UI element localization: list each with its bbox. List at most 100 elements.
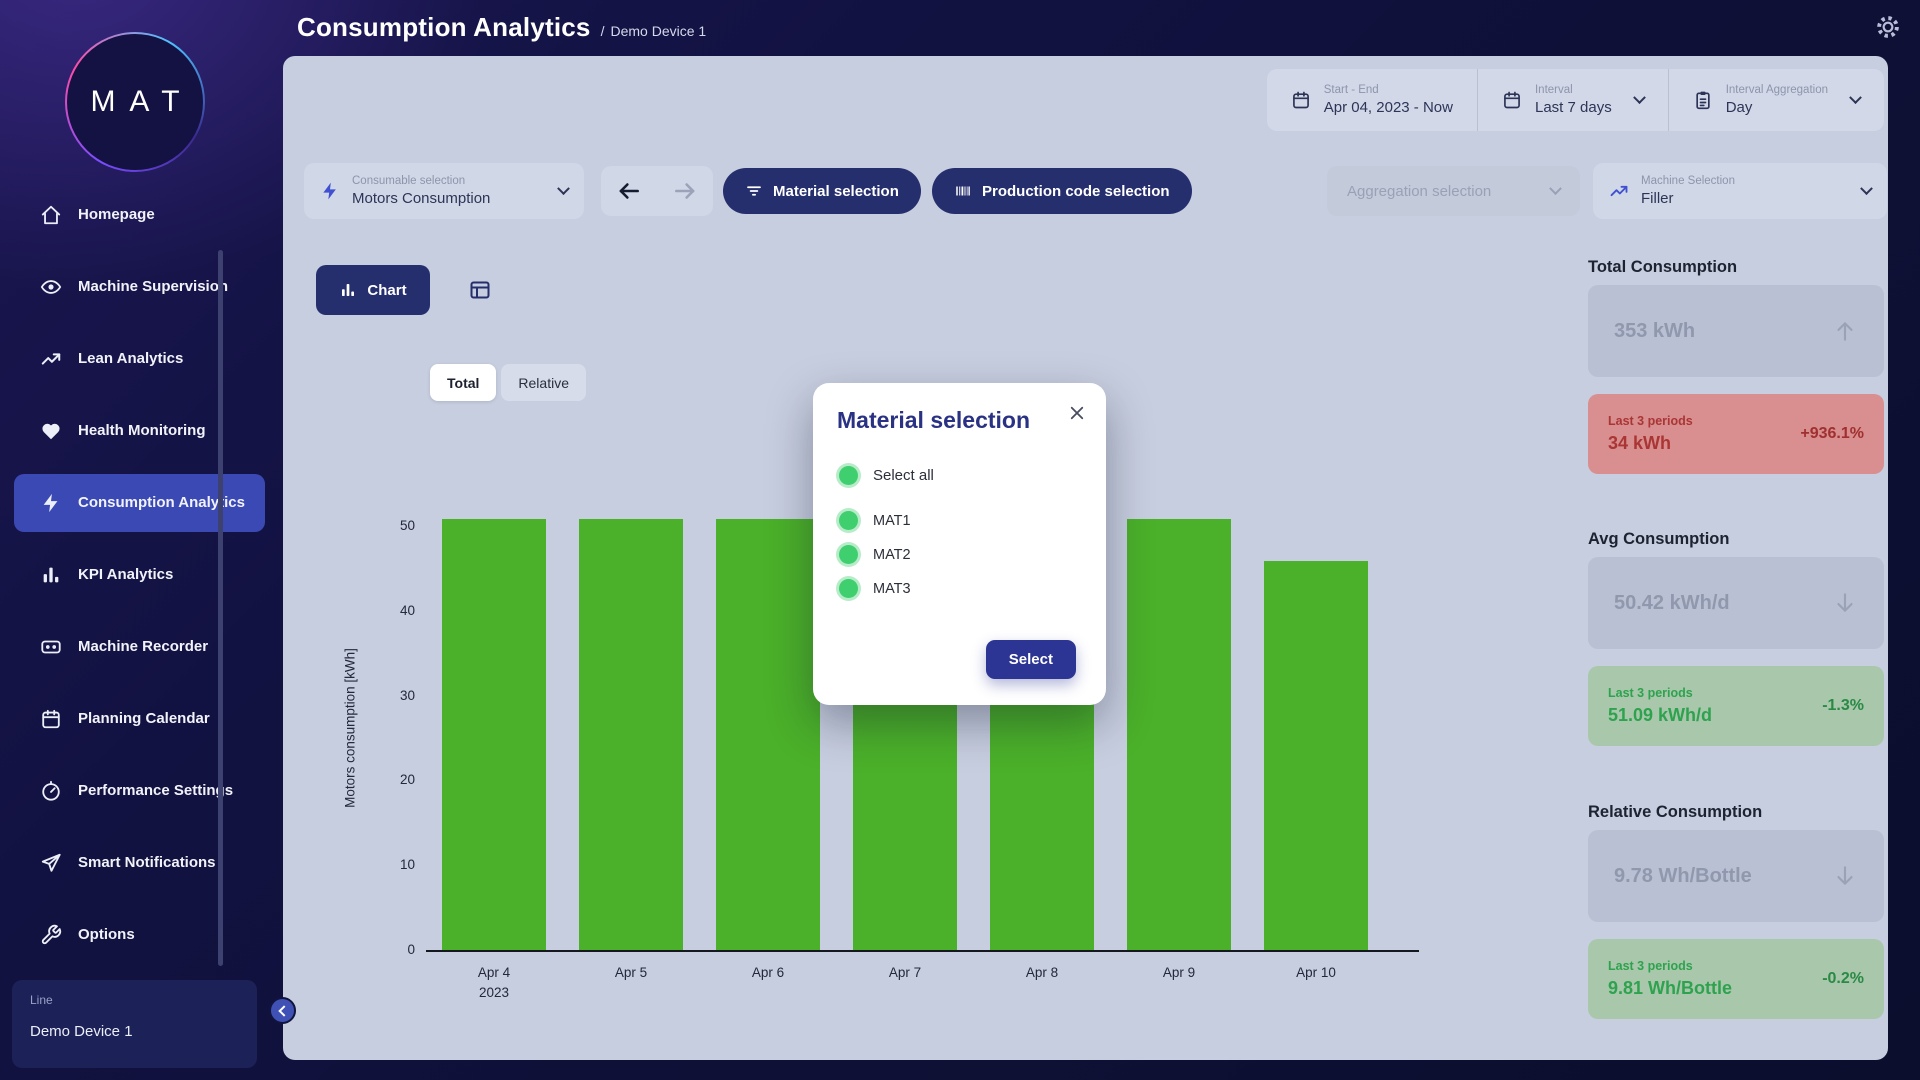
device-card[interactable]: Line Demo Device 1 bbox=[12, 980, 257, 1068]
chart-bar bbox=[442, 519, 546, 951]
select-all-row[interactable]: Select all bbox=[837, 466, 1082, 485]
material-option-mat3[interactable]: MAT3 bbox=[837, 579, 1082, 598]
sidebar-item-performance-settings[interactable]: Performance Settings bbox=[14, 762, 265, 820]
material-selection-modal: Material selection Select all MAT1MAT2MA… bbox=[813, 383, 1106, 705]
kpi-value: 9.78 Wh/Bottle bbox=[1614, 865, 1752, 888]
gauge-icon bbox=[40, 780, 62, 802]
date-range-label: Start - End bbox=[1324, 84, 1453, 96]
bolt-icon bbox=[40, 492, 62, 514]
select-button[interactable]: Select bbox=[986, 640, 1076, 679]
toggle-total[interactable]: Total bbox=[430, 364, 496, 401]
kpi-period-label: Last 3 periods bbox=[1608, 686, 1712, 700]
x-tick-label: Apr 8 bbox=[974, 963, 1111, 983]
kpi-value: 50.42 kWh/d bbox=[1614, 592, 1730, 615]
checkbox-on-icon[interactable] bbox=[839, 545, 858, 564]
material-option-mat2[interactable]: MAT2 bbox=[837, 545, 1082, 564]
y-tick-label: 0 bbox=[371, 942, 415, 957]
kpi-period-left: Last 3 periods 51.09 kWh/d bbox=[1608, 686, 1712, 726]
y-axis-label: Motors consumption [kWh] bbox=[343, 648, 358, 808]
aggregation-selection-dropdown[interactable]: Aggregation selection bbox=[1327, 166, 1580, 216]
chart-view-button-label: Chart bbox=[367, 282, 406, 299]
breadcrumb: / Demo Device 1 bbox=[601, 23, 707, 39]
checkbox-on-icon[interactable] bbox=[839, 511, 858, 530]
sidebar-item-smart-notifications[interactable]: Smart Notifications bbox=[14, 834, 265, 892]
calendar-icon bbox=[1502, 90, 1522, 110]
sidebar-item-planning-calendar[interactable]: Planning Calendar bbox=[14, 690, 265, 748]
kpi-value: 353 kWh bbox=[1614, 320, 1695, 343]
material-option-mat1[interactable]: MAT1 bbox=[837, 511, 1082, 530]
checkbox-on-icon[interactable] bbox=[839, 466, 858, 485]
chart-bar bbox=[1127, 519, 1231, 951]
sidebar-item-machine-recorder[interactable]: Machine Recorder bbox=[14, 618, 265, 676]
kpi-period-value: 34 kWh bbox=[1608, 433, 1693, 454]
trend-up-icon bbox=[1832, 318, 1858, 344]
modal-title: Material selection bbox=[837, 407, 1082, 434]
sidebar-item-consumption-analytics[interactable]: Consumption Analytics bbox=[14, 474, 265, 532]
production-code-button-label: Production code selection bbox=[982, 183, 1170, 200]
select-all-label: Select all bbox=[873, 467, 934, 484]
sidebar-item-label: KPI Analytics bbox=[78, 566, 173, 584]
close-icon bbox=[1068, 404, 1086, 422]
kpi-title: Avg Consumption bbox=[1588, 530, 1884, 549]
y-tick-label: 10 bbox=[371, 857, 415, 872]
checkbox-on-icon[interactable] bbox=[839, 579, 858, 598]
bar-chart-icon bbox=[339, 281, 357, 299]
header: Consumption Analytics / Demo Device 1 bbox=[0, 0, 1920, 56]
kpi-value-card: 50.42 kWh/d bbox=[1588, 557, 1884, 649]
x-axis-line bbox=[426, 950, 1419, 952]
device-card-value: Demo Device 1 bbox=[30, 1023, 239, 1040]
y-tick-label: 30 bbox=[371, 688, 415, 703]
page-title: Consumption Analytics bbox=[297, 12, 591, 43]
kpi-column: Total Consumption353 kWhLast 3 periods34… bbox=[1588, 56, 1884, 1060]
kpi-period-change: -0.2% bbox=[1822, 970, 1864, 988]
sidebar-item-kpi-analytics[interactable]: KPI Analytics bbox=[14, 546, 265, 604]
sidebar: MAT HomepageMachine SupervisionLean Anal… bbox=[0, 0, 283, 1080]
chart-view-button[interactable]: Chart bbox=[316, 265, 430, 315]
sidebar-item-label: Options bbox=[78, 926, 135, 944]
sidebar-item-label: Planning Calendar bbox=[78, 710, 210, 728]
sidebar-item-label: Homepage bbox=[78, 206, 155, 224]
date-range-text: Start - End Apr 04, 2023 - Now bbox=[1324, 84, 1453, 116]
sidebar-item-machine-supervision[interactable]: Machine Supervision bbox=[14, 258, 265, 316]
kpi-group-relative-consumption: Relative Consumption 9.78 Wh/Bottle Last 3… bbox=[1588, 803, 1884, 1019]
material-selection-button[interactable]: Material selection bbox=[723, 168, 921, 214]
settings-gear-button[interactable] bbox=[1874, 14, 1902, 42]
sidebar-item-homepage[interactable]: Homepage bbox=[14, 186, 265, 244]
production-code-selection-button[interactable]: Production code selection bbox=[932, 168, 1192, 214]
aggregation-selection-placeholder: Aggregation selection bbox=[1347, 183, 1491, 200]
sidebar-collapse-button[interactable] bbox=[269, 997, 296, 1024]
kpi-period-label: Last 3 periods bbox=[1608, 959, 1732, 973]
sidebar-scrollbar[interactable] bbox=[218, 250, 223, 966]
sidebar-item-options[interactable]: Options bbox=[14, 906, 265, 964]
x-tick-label: Apr 9 bbox=[1111, 963, 1248, 983]
x-tick-label: Apr 42023 bbox=[426, 963, 563, 1002]
modal-close-button[interactable] bbox=[1066, 403, 1088, 425]
forward-button[interactable] bbox=[672, 178, 698, 204]
trend-icon bbox=[40, 348, 62, 370]
gear-icon bbox=[1875, 14, 1901, 40]
kpi-period-value: 51.09 kWh/d bbox=[1608, 705, 1712, 726]
sidebar-item-label: Health Monitoring bbox=[78, 422, 206, 440]
kpi-title: Relative Consumption bbox=[1588, 803, 1884, 822]
sidebar-item-health-monitoring[interactable]: Health Monitoring bbox=[14, 402, 265, 460]
kpi-period-card: Last 3 periods51.09 kWh/d-1.3% bbox=[1588, 666, 1884, 746]
barcode-icon bbox=[954, 182, 972, 200]
material-options: MAT1 MAT2 MAT3 bbox=[837, 511, 1082, 598]
device-card-label: Line bbox=[30, 993, 239, 1007]
home-icon bbox=[40, 204, 62, 226]
recorder-icon bbox=[40, 636, 62, 658]
chevron-left-icon bbox=[278, 1005, 289, 1016]
toggle-relative[interactable]: Relative bbox=[501, 364, 586, 401]
eye-icon bbox=[40, 276, 62, 298]
back-button[interactable] bbox=[616, 178, 642, 204]
calendar-icon bbox=[1291, 90, 1311, 110]
consumable-selection-dropdown[interactable]: Consumable selection Motors Consumption bbox=[304, 163, 584, 219]
kpi-period-label: Last 3 periods bbox=[1608, 414, 1693, 428]
kpi-group-total-consumption: Total Consumption353 kWhLast 3 periods34… bbox=[1588, 258, 1884, 474]
table-view-button[interactable] bbox=[467, 278, 493, 304]
sidebar-item-lean-analytics[interactable]: Lean Analytics bbox=[14, 330, 265, 388]
send-icon bbox=[40, 852, 62, 874]
app-root: Consumption Analytics / Demo Device 1 MA… bbox=[0, 0, 1920, 1080]
sidebar-item-label: Lean Analytics bbox=[78, 350, 183, 368]
date-range-picker[interactable]: Start - End Apr 04, 2023 - Now bbox=[1267, 69, 1477, 131]
